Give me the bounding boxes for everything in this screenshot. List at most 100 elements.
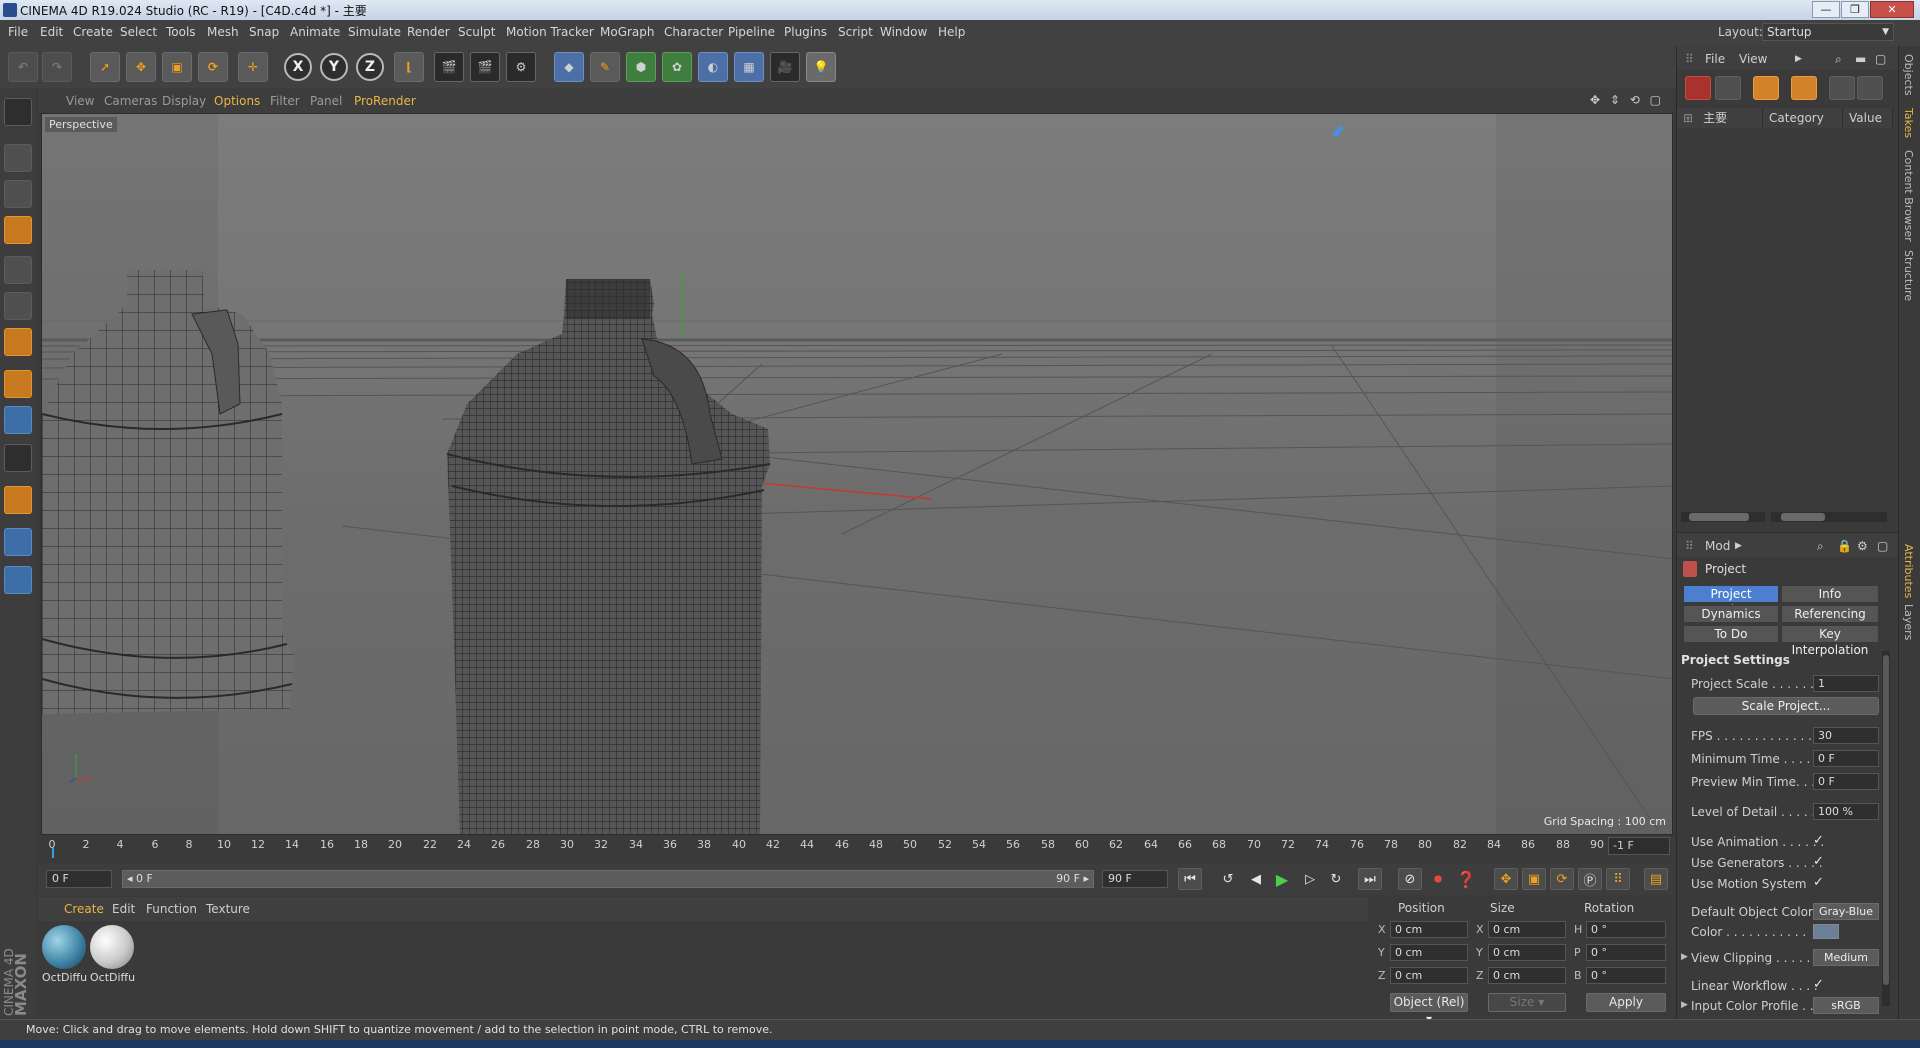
rotation-b-field[interactable]: 0 °	[1586, 967, 1666, 984]
key-scale-icon[interactable]: ▣	[1522, 868, 1546, 890]
side-tab-layers[interactable]: Layers	[1902, 604, 1915, 640]
expand-arrow-icon[interactable]: ▶	[1681, 952, 1688, 962]
go-to-start-icon[interactable]: ⏮	[1178, 868, 1202, 890]
value-column-header[interactable]: Value	[1843, 108, 1893, 128]
material-menu-edit[interactable]: Edit	[112, 902, 135, 916]
tab-project-settings[interactable]: Project Settings	[1683, 585, 1779, 617]
material-menu-function[interactable]: Function	[146, 902, 197, 916]
menu-script[interactable]: Script	[838, 25, 873, 39]
viewport-menu-view[interactable]: View	[66, 94, 94, 108]
scale-tool-icon[interactable]: ▣	[162, 52, 192, 82]
autokeying-icon[interactable]: ❓	[1454, 868, 1478, 890]
render-view-icon[interactable]: 🎬	[434, 52, 464, 82]
maximize-button[interactable]: ❐	[1841, 1, 1869, 18]
texture-mode-icon[interactable]	[4, 180, 32, 208]
right-scrollbar[interactable]	[1771, 512, 1887, 522]
position-y-field[interactable]: 0 cm	[1390, 944, 1468, 961]
fps-field[interactable]: 30	[1813, 727, 1879, 744]
panel-maximize-icon[interactable]: ▢	[1877, 539, 1888, 553]
panel-settings-icon[interactable]: ⚙	[1857, 539, 1868, 553]
render-picture-viewer-icon[interactable]: 🎬	[470, 52, 500, 82]
menu-pipeline[interactable]: Pipeline	[728, 25, 775, 39]
subdivision-icon[interactable]: ⬢	[626, 52, 656, 82]
redo-icon[interactable]: ↷	[42, 52, 72, 82]
tab-info[interactable]: Info	[1781, 585, 1879, 603]
record-keys-disabled-icon[interactable]: ⊘	[1398, 868, 1422, 890]
layout-dropdown[interactable]: Startup ▼	[1762, 23, 1894, 41]
z-axis-lock-button[interactable]: Z	[356, 53, 384, 81]
viewport-navigation-icons[interactable]: ✥ ⇕ ⟲ ▢	[1590, 93, 1664, 107]
viewport-menu-prorender[interactable]: ProRender	[354, 94, 416, 108]
panel-layout-icon[interactable]: ▬	[1855, 52, 1866, 66]
rotate-tool-icon[interactable]: ⟳	[198, 52, 228, 82]
render-settings-icon[interactable]: ⚙	[506, 52, 536, 82]
play-icon[interactable]: ▶	[1270, 868, 1294, 890]
menu-snap[interactable]: Snap	[249, 25, 279, 39]
model-mode-icon[interactable]	[4, 144, 32, 172]
key-rotation-icon[interactable]: ⟳	[1550, 868, 1574, 890]
tab-dynamics[interactable]: Dynamics	[1683, 605, 1779, 623]
take-add-icon[interactable]	[1685, 76, 1711, 100]
pen-spline-icon[interactable]: ✎	[590, 52, 620, 82]
camera-icon[interactable]: 🎥	[770, 52, 800, 82]
scale-project-button[interactable]: Scale Project...	[1693, 697, 1879, 715]
menu-render[interactable]: Render	[407, 25, 450, 39]
material-menu-texture[interactable]: Texture	[206, 902, 250, 916]
recent-tool-icon[interactable]: ✛	[238, 52, 268, 82]
side-tab-objects[interactable]: Objects	[1902, 54, 1915, 96]
workplane-lock-icon[interactable]	[4, 528, 32, 556]
menu-simulate[interactable]: Simulate	[348, 25, 401, 39]
object-menu-view[interactable]: View	[1739, 52, 1767, 66]
next-frame-icon[interactable]: ▷	[1298, 868, 1322, 890]
light-icon[interactable]: 💡	[806, 52, 836, 82]
scrollbar-thumb[interactable]	[1689, 513, 1749, 521]
menu-plugins[interactable]: Plugins	[784, 25, 827, 39]
search-icon[interactable]: ⌕	[1817, 539, 1824, 554]
take-settings-icon[interactable]	[1857, 76, 1883, 100]
tab-referencing[interactable]: Referencing	[1781, 605, 1879, 623]
view-clipping-dropdown[interactable]: Medium	[1813, 949, 1879, 966]
viewport-menu-options[interactable]: Options	[214, 94, 260, 108]
viewport-menu-display[interactable]: Display	[162, 94, 206, 108]
menu-help[interactable]: Help	[938, 25, 965, 39]
preview-min-time-field[interactable]: 0 F	[1813, 773, 1879, 790]
attributes-scrollbar[interactable]	[1882, 651, 1890, 1006]
side-tab-structure[interactable]: Structure	[1902, 250, 1915, 301]
menu-window[interactable]: Window	[880, 25, 927, 39]
menu-motion-tracker[interactable]: Motion Tracker	[506, 25, 594, 39]
perspective-viewport[interactable]: Perspective Grid Spacing : 100 cm	[41, 113, 1673, 835]
floor-icon[interactable]: ▦	[734, 52, 764, 82]
object-menu-file[interactable]: File	[1705, 52, 1725, 66]
size-y-field[interactable]: 0 cm	[1488, 944, 1566, 961]
make-editable-icon[interactable]	[4, 98, 32, 126]
move-tool-icon[interactable]: ✥	[126, 52, 156, 82]
axis-mode-icon[interactable]	[4, 370, 32, 398]
y-axis-lock-button[interactable]: Y	[320, 53, 348, 81]
position-z-field[interactable]: 0 cm	[1390, 967, 1468, 984]
side-tab-takes[interactable]: Takes	[1902, 108, 1915, 138]
size-x-field[interactable]: 0 cm	[1488, 921, 1566, 938]
x-axis-lock-button[interactable]: X	[284, 53, 312, 81]
current-frame-field[interactable]: -1 F	[1608, 837, 1670, 855]
record-active-objects-icon[interactable]: ⏺	[1426, 868, 1450, 890]
attributes-mode-menu[interactable]: Mod	[1705, 539, 1730, 553]
deformer-icon[interactable]: ◐	[698, 52, 728, 82]
menu-file[interactable]: File	[8, 25, 28, 39]
menu-arrow-icon[interactable]: ▶	[1795, 54, 1802, 64]
menu-create[interactable]: Create	[73, 25, 113, 39]
timeline-playhead[interactable]	[52, 848, 54, 858]
key-pla-icon[interactable]: ⠿	[1606, 868, 1630, 890]
search-icon[interactable]: ⌕	[1835, 52, 1842, 67]
coordinate-mode-dropdown[interactable]: Object (Rel) ▾	[1390, 993, 1468, 1026]
points-mode-icon[interactable]	[4, 256, 32, 284]
material-menu-create[interactable]: Create	[64, 902, 104, 916]
menu-mograph[interactable]: MoGraph	[600, 25, 655, 39]
solo-icon[interactable]	[4, 444, 32, 472]
frame-range-slider[interactable]: ◂ 0 F 90 F ▸	[122, 870, 1094, 888]
use-animation-checkbox[interactable]: ✓	[1813, 833, 1824, 848]
minimum-time-field[interactable]: 0 F	[1813, 750, 1879, 767]
menu-tools[interactable]: Tools	[166, 25, 196, 39]
material-swatch[interactable]: OctDiffu	[90, 925, 135, 984]
take-auto-icon[interactable]	[1753, 76, 1779, 100]
menu-select[interactable]: Select	[120, 25, 157, 39]
